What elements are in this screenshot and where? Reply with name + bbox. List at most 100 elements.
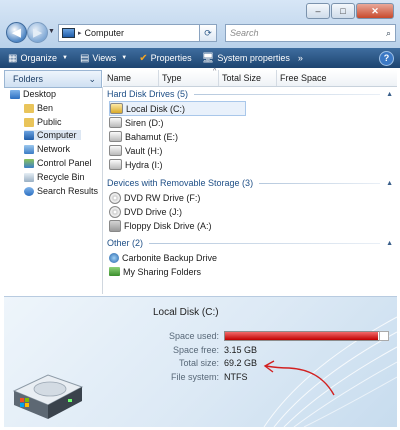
tree-item-public[interactable]: Public	[24, 117, 62, 127]
list-item-label: DVD Drive (J:)	[124, 206, 182, 217]
hard-drive-icon	[109, 145, 122, 156]
list-item-siren-d[interactable]: Siren (D:)	[109, 116, 164, 129]
breadcrumb-computer[interactable]: Computer	[85, 28, 125, 38]
organize-label: Organize	[20, 53, 57, 63]
tree-item-label: Search Results	[37, 186, 99, 196]
tree-item-control-panel[interactable]: Control Panel	[24, 158, 92, 168]
column-divider[interactable]	[158, 70, 159, 86]
list-item-my-sharing-folders[interactable]: My Sharing Folders	[109, 265, 201, 278]
hard-drive-icon	[110, 103, 123, 114]
group-label: Devices with Removable Storage (3)	[107, 178, 254, 188]
hard-drive-icon	[109, 117, 122, 128]
system-properties-button[interactable]: 🖥 System properties	[202, 53, 290, 64]
group-hard-disk-drives[interactable]: Hard Disk Drives (5) ▲	[107, 87, 393, 101]
tree-item-network[interactable]: Network	[24, 144, 70, 154]
details-pane: Local Disk (C:) Space used: Space free: …	[4, 296, 397, 427]
address-bar[interactable]: ▸ Computer ▼	[58, 24, 210, 42]
search-input[interactable]: Search ⌕	[225, 24, 396, 42]
maximize-button[interactable]: □	[331, 3, 355, 19]
title-bar: – □ ✕ ◀ ▶ ▼ ▸ Computer ▼ ⟳ Search ⌕	[0, 0, 400, 48]
tree-item-desktop[interactable]: Desktop	[10, 89, 56, 99]
more-commands-button[interactable]: »	[298, 53, 303, 63]
list-item-dvd-rw-f[interactable]: DVD RW Drive (F:)	[109, 191, 200, 204]
chevron-down-icon: ▼	[61, 55, 68, 61]
collapse-icon[interactable]: ▲	[386, 240, 393, 247]
properties-button[interactable]: ✔ Properties	[139, 53, 191, 64]
organize-button[interactable]: ▦ Organize ▼	[8, 53, 68, 64]
organize-icon: ▦	[8, 52, 18, 64]
tree-item-label: Recycle Bin	[37, 172, 85, 182]
tree-item-label: Computer	[37, 130, 77, 140]
dvd-drive-icon	[109, 205, 121, 218]
caption-buttons: – □ ✕	[306, 3, 394, 19]
floppy-icon	[109, 219, 121, 232]
list-item-vault-h[interactable]: Vault (H:)	[109, 144, 162, 157]
list-item-local-disk-c[interactable]: Local Disk (C:)	[109, 101, 247, 116]
column-total-size[interactable]: Total Size	[222, 73, 261, 83]
hard-drive-icon	[109, 131, 122, 142]
folders-label: Folders	[13, 74, 44, 84]
list-item-carbonite[interactable]: Carbonite Backup Drive	[109, 251, 217, 264]
column-divider[interactable]	[218, 70, 219, 86]
explorer-window: – □ ✕ ◀ ▶ ▼ ▸ Computer ▼ ⟳ Search ⌕ ▦ Or…	[0, 0, 400, 430]
breadcrumb-separator[interactable]: ▸	[78, 29, 82, 37]
folders-pane-header[interactable]: Folders ⌄	[4, 70, 102, 88]
sort-arrow-icon: ^	[213, 68, 217, 75]
column-type[interactable]: Type	[162, 73, 182, 83]
list-item-label: Local Disk (C:)	[126, 103, 186, 114]
search-icon[interactable]: ⌕	[386, 28, 391, 39]
column-free-space[interactable]: Free Space	[280, 73, 327, 83]
list-item-bahamut-e[interactable]: Bahamut (E:)	[109, 130, 178, 143]
help-icon[interactable]: ?	[379, 50, 394, 66]
list-item-label: Bahamut (E:)	[125, 131, 179, 142]
column-divider[interactable]	[276, 70, 277, 86]
folder-icon	[24, 117, 34, 127]
search-placeholder: Search	[230, 28, 259, 38]
minimize-button[interactable]: –	[306, 3, 330, 19]
collapse-icon[interactable]: ▲	[386, 91, 393, 98]
system-properties-label: System properties	[217, 53, 290, 63]
tree-item-recycle-bin[interactable]: Recycle Bin	[24, 172, 85, 182]
computer-icon	[62, 28, 75, 38]
forward-arrow-icon[interactable]: ▶	[27, 22, 48, 43]
close-button[interactable]: ✕	[356, 3, 394, 19]
back-arrow-icon[interactable]: ◀	[6, 22, 27, 43]
tree-item-label: Desktop	[23, 89, 57, 99]
properties-check-icon: ✔	[139, 52, 148, 64]
user-folder-icon	[24, 103, 34, 113]
recent-pages-dropdown[interactable]: ▼	[48, 28, 55, 35]
tree-item-search-results[interactable]: Search Results	[24, 186, 98, 196]
group-other[interactable]: Other (2) ▲	[107, 236, 393, 250]
list-item-label: My Sharing Folders	[123, 266, 202, 277]
hard-drive-icon	[12, 374, 84, 419]
list-item-dvd-j[interactable]: DVD Drive (J:)	[109, 205, 182, 218]
list-item-label: Siren (D:)	[125, 117, 164, 128]
hard-drive-icon	[109, 159, 122, 170]
drive-list: Hard Disk Drives (5) ▲ Local Disk (C:) S…	[103, 87, 397, 295]
control-panel-icon	[24, 158, 34, 168]
list-item-label: DVD RW Drive (F:)	[124, 192, 201, 203]
list-item-label: Floppy Disk Drive (A:)	[124, 220, 212, 231]
computer-icon	[24, 130, 34, 140]
recycle-bin-icon	[24, 172, 34, 182]
column-header-row: Name Type ^ Total Size Free Space	[103, 68, 397, 87]
views-button[interactable]: ▤ Views ▼	[80, 53, 127, 64]
list-item-floppy-a[interactable]: Floppy Disk Drive (A:)	[109, 219, 212, 232]
command-bar: ▦ Organize ▼ ▤ Views ▼ ✔ Properties 🖥 Sy…	[0, 48, 400, 68]
column-name[interactable]: Name	[107, 73, 131, 83]
group-divider	[259, 182, 381, 184]
list-item-label: Hydra (I:)	[125, 159, 163, 170]
refresh-icon[interactable]: ⟳	[199, 24, 217, 42]
tree-item-label: Public	[37, 117, 62, 127]
sharing-folder-icon	[109, 267, 120, 276]
properties-label: Properties	[150, 53, 192, 63]
chevron-down-icon[interactable]: ⌄	[88, 74, 96, 85]
group-label: Other (2)	[107, 238, 144, 248]
collapse-icon[interactable]: ▲	[386, 180, 393, 187]
tree-item-computer[interactable]: Computer	[24, 130, 81, 140]
list-item-hydra-i[interactable]: Hydra (I:)	[109, 158, 163, 171]
group-removable-storage[interactable]: Devices with Removable Storage (3) ▲	[107, 176, 393, 190]
network-icon	[24, 144, 34, 154]
tree-item-ben[interactable]: Ben	[24, 103, 53, 113]
views-label: Views	[92, 53, 117, 63]
